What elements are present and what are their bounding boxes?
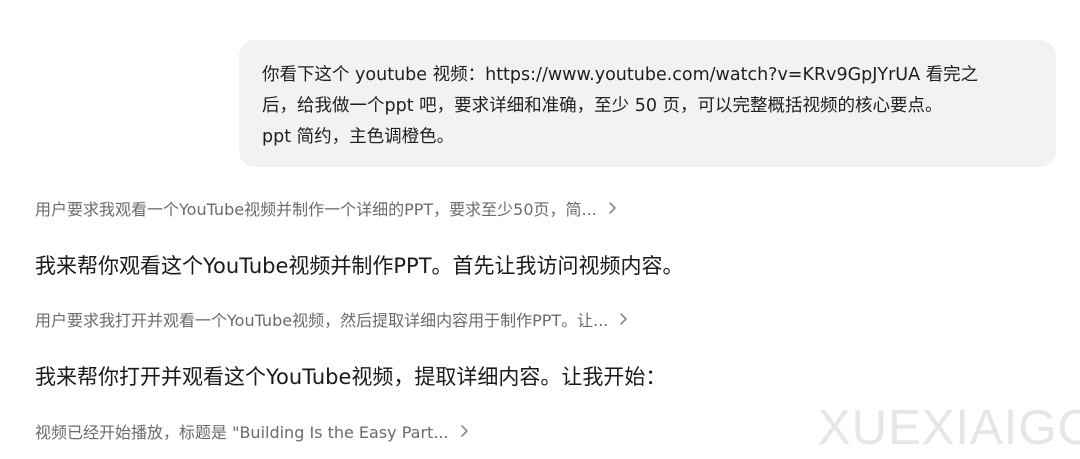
- assistant-reply-2: 我来帮你打开并观看这个YouTube视频，提取详细内容。让我开始：: [35, 365, 667, 389]
- thinking-summary-1[interactable]: 用户要求我观看一个YouTube视频并制作一个详细的PPT，要求至少50页，简.…: [35, 195, 619, 221]
- thinking-summary-2[interactable]: 用户要求我打开并观看一个YouTube视频，然后提取详细内容用于制作PPT。让.…: [35, 306, 630, 332]
- user-message-text: 你看下这个 youtube 视频：https://www.youtube.com…: [262, 65, 979, 147]
- chevron-right-icon: [460, 425, 468, 437]
- thinking-summary-text: 用户要求我打开并观看一个YouTube视频，然后提取详细内容用于制作PPT。让.…: [35, 311, 609, 330]
- user-message-bubble: 你看下这个 youtube 视频：https://www.youtube.com…: [239, 40, 1056, 167]
- chat-transcript: 你看下这个 youtube 视频：https://www.youtube.com…: [0, 0, 1080, 459]
- watermark: XUEXIAIGC: [818, 401, 1080, 455]
- thinking-summary-3[interactable]: 视频已经开始播放，标题是 "Building Is the Easy Part.…: [35, 418, 471, 444]
- thinking-summary-text: 用户要求我观看一个YouTube视频并制作一个详细的PPT，要求至少50页，简.…: [35, 200, 597, 219]
- chevron-right-icon: [608, 202, 616, 214]
- chevron-right-icon: [620, 313, 628, 325]
- thinking-summary-text: 视频已经开始播放，标题是 "Building Is the Easy Part.…: [35, 423, 449, 442]
- assistant-reply-1: 我来帮你观看这个YouTube视频并制作PPT。首先让我访问视频内容。: [35, 254, 684, 278]
